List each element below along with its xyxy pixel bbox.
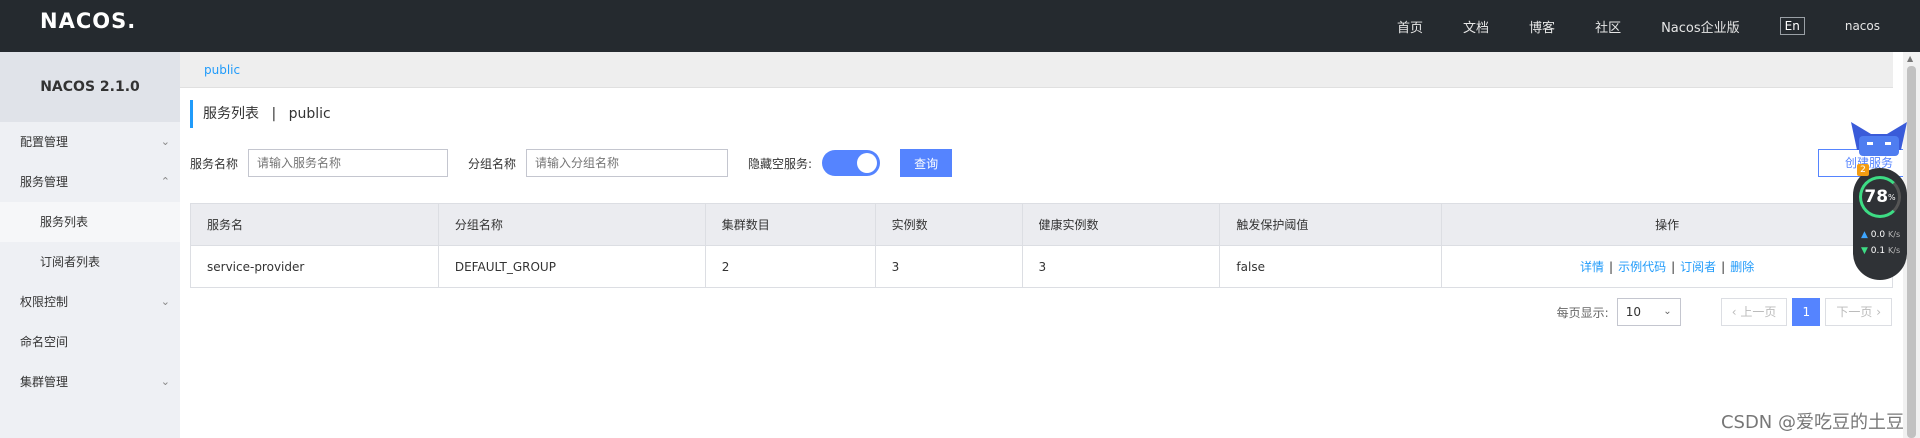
page-title-text: 服务列表 — [203, 106, 259, 122]
service-name-label: 服务名称 — [190, 156, 239, 171]
sidebar-item-service-list[interactable]: 服务列表 — [0, 202, 180, 242]
page-size-label: 每页显示: — [1556, 305, 1609, 320]
sidebar-item-service-management[interactable]: 服务管理 ⌃ — [0, 162, 180, 202]
sidebar-item-label: 服务列表 — [40, 215, 89, 229]
column-header: 分组名称 — [437, 203, 706, 246]
nav-blog[interactable]: 博客 — [1529, 17, 1555, 36]
download-unit: K/s — [1888, 246, 1901, 255]
cell-actions: 详情 | 示例代码 | 订阅者 | 删除 — [1441, 245, 1893, 288]
page-title-namespace: public — [288, 106, 331, 122]
chevron-up-icon: ⌃ — [160, 175, 170, 188]
sidebar-item-subscriber-list[interactable]: 订阅者列表 — [0, 242, 180, 282]
percent-value: 78 — [1864, 187, 1889, 207]
service-name-input[interactable] — [248, 149, 449, 177]
version-label: NACOS 2.1.0 — [0, 52, 180, 122]
download-speed: ▼ 0.1 K/s — [1861, 246, 1900, 256]
chevron-down-icon: ⌄ — [160, 135, 170, 148]
sidebar-item-namespace[interactable]: 命名空间 — [0, 322, 180, 362]
percent-ring: 78% — [1859, 176, 1901, 218]
sample-code-link[interactable]: 示例代码 — [1618, 260, 1666, 274]
page-title-separator: | — [271, 106, 277, 122]
column-header: 集群数目 — [704, 203, 876, 246]
cell-healthy-count: 3 — [1021, 245, 1221, 288]
nav-home[interactable]: 首页 — [1397, 17, 1423, 36]
cell-protect-threshold: false — [1219, 245, 1443, 288]
namespace-bar: public — [180, 52, 1893, 88]
query-button[interactable]: 查询 — [900, 149, 953, 177]
prev-page-button[interactable]: ‹ 上一页 — [1720, 298, 1788, 326]
nav-community[interactable]: 社区 — [1595, 17, 1621, 36]
sidebar-item-label: 订阅者列表 — [40, 255, 101, 269]
network-speed-widget[interactable]: 78% ▲ 0.0 K/s ▼ 0.1 K/s 2 — [1849, 120, 1909, 280]
sidebar-item-label: 配置管理 — [20, 135, 69, 149]
sidebar-item-label: 命名空间 — [20, 335, 69, 349]
column-header: 健康实例数 — [1021, 203, 1221, 246]
pagination: 每页显示: 10 ⌄ ‹ 上一页 1 下一页 › — [1557, 298, 1892, 326]
nacos-logo[interactable]: NACOS. — [40, 9, 136, 33]
chevron-left-icon: ‹ — [1731, 305, 1737, 319]
hide-empty-label: 隐藏空服务: — [748, 156, 813, 171]
notification-badge: 2 — [1857, 164, 1869, 176]
cell-group-name: DEFAULT_GROUP — [437, 245, 706, 288]
action-separator: | — [1609, 260, 1614, 274]
action-separator: | — [1671, 260, 1676, 274]
next-page-label: 下一页 — [1836, 305, 1873, 319]
group-name-label: 分组名称 — [468, 156, 517, 171]
chevron-down-icon: ⌄ — [1663, 306, 1672, 317]
filter-row: 服务名称 分组名称 隐藏空服务: 查询 — [190, 148, 953, 178]
sidebar: NACOS 2.1.0 配置管理 ⌄ 服务管理 ⌃ 服务列表 订阅者列表 权限控… — [0, 52, 180, 438]
page-number-button[interactable]: 1 — [1792, 298, 1821, 326]
column-header: 操作 — [1441, 203, 1893, 246]
chevron-down-icon: ⌄ — [160, 375, 170, 388]
sidebar-item-label: 权限控制 — [20, 295, 69, 309]
page-title: 服务列表 | public — [190, 100, 331, 128]
csdn-watermark: CSDN @爱吃豆的土豆 — [1720, 412, 1904, 433]
chevron-right-icon: › — [1876, 305, 1881, 319]
arrow-down-icon: ▼ — [1861, 246, 1868, 256]
sidebar-item-access-control[interactable]: 权限控制 ⌄ — [0, 282, 180, 322]
namespace-link-public[interactable]: public — [204, 63, 240, 77]
toggle-knob — [857, 153, 878, 173]
upload-speed: ▲ 0.0 K/s — [1861, 230, 1900, 240]
cell-instance-count: 3 — [874, 245, 1023, 288]
table-row: service-provider DEFAULT_GROUP 2 3 3 fal… — [190, 245, 1893, 288]
prev-page-label: 上一页 — [1740, 305, 1777, 319]
chevron-down-icon: ⌄ — [160, 295, 170, 308]
sidebar-item-cluster-management[interactable]: 集群管理 ⌄ — [0, 362, 180, 402]
column-header: 触发保护阈值 — [1219, 203, 1443, 246]
nav-docs[interactable]: 文档 — [1463, 17, 1489, 36]
subscribers-link[interactable]: 订阅者 — [1680, 260, 1716, 274]
cell-service-name: service-provider — [190, 245, 439, 288]
scroll-up-arrow-icon[interactable]: ▲ — [1907, 54, 1913, 63]
action-separator: | — [1721, 260, 1726, 274]
download-value: 0.1 — [1870, 246, 1886, 256]
upload-value: 0.0 — [1870, 230, 1886, 240]
service-table: 服务名 分组名称 集群数目 实例数 健康实例数 触发保护阈值 操作 servic… — [190, 203, 1893, 288]
page-size-select[interactable]: 10 ⌄ — [1616, 298, 1681, 326]
arrow-up-icon: ▲ — [1861, 230, 1868, 240]
language-toggle-button[interactable]: En — [1779, 17, 1805, 35]
next-page-button[interactable]: 下一页 › — [1825, 298, 1892, 326]
percent-unit: % — [1888, 192, 1896, 202]
upload-unit: K/s — [1888, 230, 1901, 239]
top-nav: 首页 文档 博客 社区 Nacos企业版 En nacos — [1397, 0, 1920, 52]
group-name-input[interactable] — [526, 149, 729, 177]
sidebar-item-label: 集群管理 — [20, 375, 69, 389]
page-size-value: 10 — [1625, 305, 1641, 319]
nav-enterprise[interactable]: Nacos企业版 — [1661, 17, 1740, 36]
delete-link[interactable]: 删除 — [1730, 260, 1754, 274]
cat-mascot-icon — [1851, 122, 1907, 156]
widget-body: 78% ▲ 0.0 K/s ▼ 0.1 K/s — [1853, 168, 1907, 280]
column-header: 实例数 — [874, 203, 1023, 246]
sidebar-item-config-management[interactable]: 配置管理 ⌄ — [0, 122, 180, 162]
hide-empty-toggle[interactable] — [822, 150, 881, 176]
top-navbar: NACOS. 首页 文档 博客 社区 Nacos企业版 En nacos — [0, 0, 1920, 52]
column-header: 服务名 — [190, 203, 439, 246]
table-header-row: 服务名 分组名称 集群数目 实例数 健康实例数 触发保护阈值 操作 — [190, 203, 1893, 246]
detail-link[interactable]: 详情 — [1580, 260, 1604, 274]
cell-cluster-count: 2 — [704, 245, 876, 288]
user-menu[interactable]: nacos — [1845, 19, 1880, 33]
sidebar-item-label: 服务管理 — [20, 175, 69, 189]
